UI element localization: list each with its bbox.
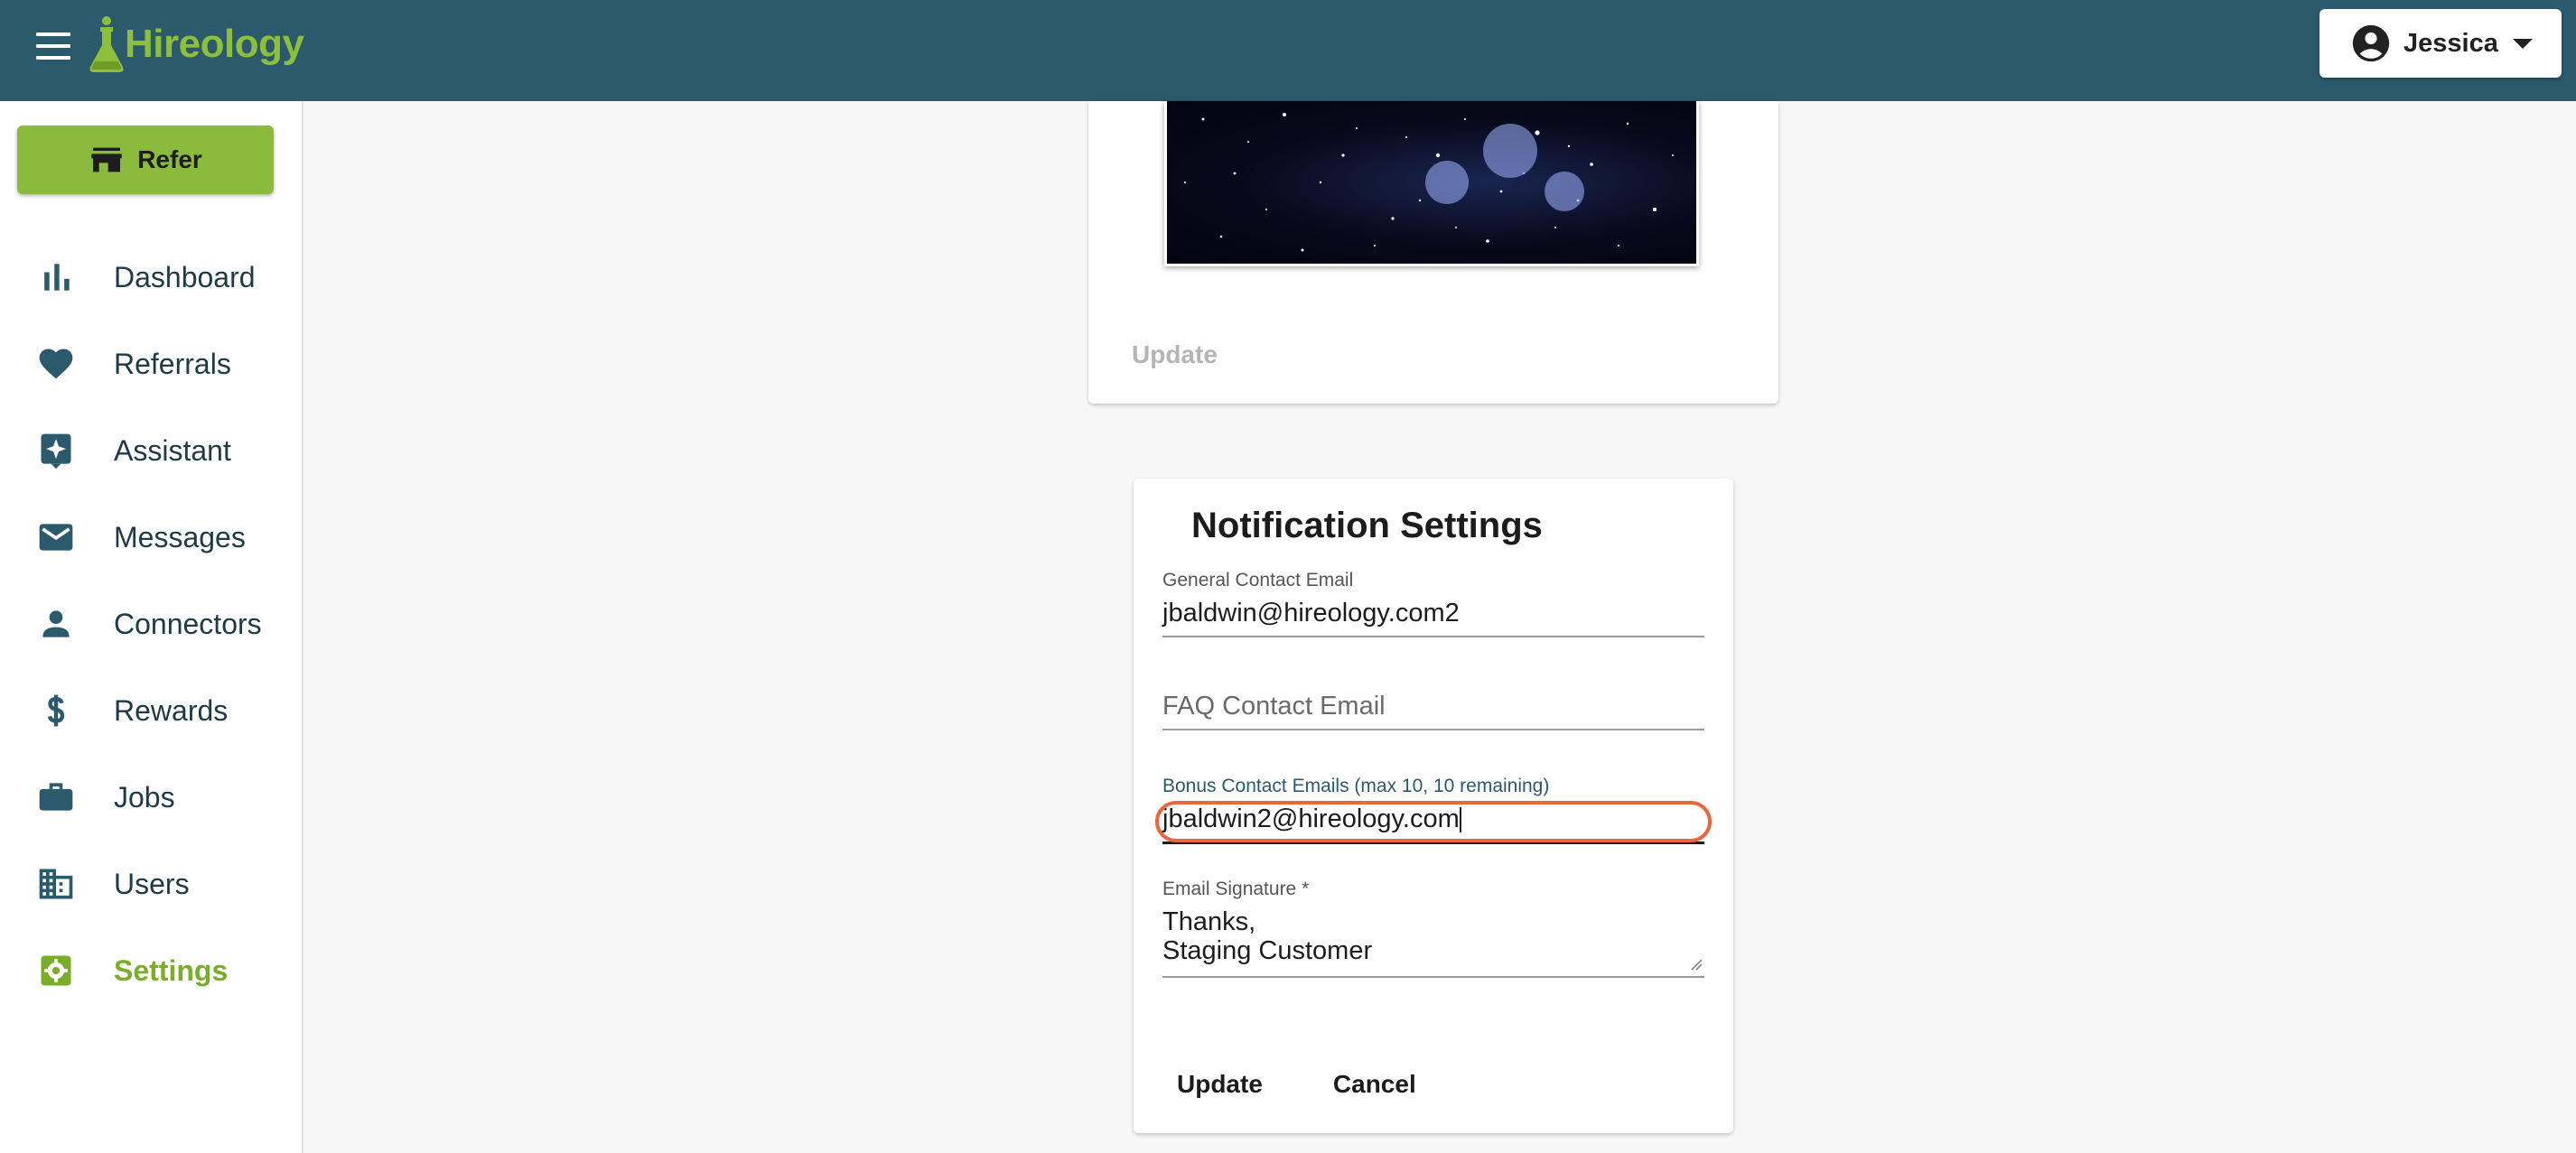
signature-line: Thanks, xyxy=(1162,907,1256,936)
input-value: jbaldwin2@hireology.com xyxy=(1162,804,1460,833)
briefcase-icon xyxy=(36,777,76,817)
menu-icon[interactable] xyxy=(36,33,70,60)
sidebar-item-connectors[interactable]: Connectors xyxy=(0,581,300,667)
branding-image-card: Update xyxy=(1088,101,1778,404)
refer-button[interactable]: Refer xyxy=(17,126,274,194)
sidebar: Refer Dashboard Referrals Assistant Mess… xyxy=(0,101,303,1153)
sidebar-item-users[interactable]: Users xyxy=(0,841,300,927)
bonus-contact-emails-field: Bonus Contact Emails (max 10, 10 remaini… xyxy=(1155,776,1712,844)
field-label: Email Signature * xyxy=(1162,879,1310,899)
faq-contact-email-input[interactable]: FAQ Contact Email xyxy=(1162,684,1704,730)
sidebar-item-referrals[interactable]: Referrals xyxy=(0,321,300,407)
field-label: General Contact Email xyxy=(1162,570,1354,590)
sparkle-icon xyxy=(36,431,76,470)
sidebar-item-label: Referrals xyxy=(114,347,231,380)
text-cursor xyxy=(1459,807,1461,833)
envelope-icon xyxy=(36,517,76,557)
cancel-button[interactable]: Cancel xyxy=(1319,1061,1431,1108)
resize-handle-icon[interactable] xyxy=(1690,958,1703,971)
gear-icon xyxy=(36,951,76,990)
brand-name: Hireology xyxy=(125,22,304,66)
sidebar-item-label: Connectors xyxy=(114,607,262,640)
card-title: Notification Settings xyxy=(1191,506,1543,545)
refer-label: Refer xyxy=(137,145,202,173)
hireology-logo[interactable]: Hireology xyxy=(87,13,304,76)
sidebar-item-label: Rewards xyxy=(114,693,229,727)
sidebar-nav: Dashboard Referrals Assistant Messages C… xyxy=(0,234,300,1014)
sidebar-item-dashboard[interactable]: Dashboard xyxy=(0,234,300,321)
sidebar-item-jobs[interactable]: Jobs xyxy=(0,754,300,841)
signature-line: Staging Customer xyxy=(1162,936,1373,965)
account-circle-icon xyxy=(2352,24,2390,62)
sidebar-item-assistant[interactable]: Assistant xyxy=(0,407,300,494)
user-menu-button[interactable]: Jessica xyxy=(2319,9,2562,78)
top-app-bar: Hireology Jessica xyxy=(0,0,2576,101)
sidebar-item-label: Settings xyxy=(114,953,229,987)
sidebar-item-messages[interactable]: Messages xyxy=(0,494,300,581)
form-actions: Update Cancel xyxy=(1162,1061,1431,1108)
starfield-image xyxy=(1164,101,1699,266)
flask-logo-icon xyxy=(89,16,124,72)
general-contact-email-input[interactable]: jbaldwin@hireology.com2 xyxy=(1162,591,1704,637)
field-label: Bonus Contact Emails (max 10, 10 remaini… xyxy=(1162,776,1550,796)
sidebar-item-label: Jobs xyxy=(114,780,175,814)
email-signature-field: Email Signature * Thanks, Staging Custom… xyxy=(1162,879,1704,978)
sidebar-item-label: Dashboard xyxy=(114,260,256,293)
sidebar-item-label: Messages xyxy=(114,520,246,553)
bonus-contact-emails-input[interactable]: jbaldwin2@hireology.com xyxy=(1162,797,1704,844)
sidebar-item-settings[interactable]: Settings xyxy=(0,927,300,1014)
caret-down-icon xyxy=(2512,38,2533,49)
sidebar-item-label: Users xyxy=(114,867,190,900)
general-contact-email-field: General Contact Email jbaldwin@hireology… xyxy=(1162,570,1704,637)
sidebar-item-label: Assistant xyxy=(114,433,231,467)
person-icon xyxy=(36,604,76,644)
dollar-icon xyxy=(36,691,76,730)
building-icon xyxy=(36,864,76,904)
faq-contact-email-field: FAQ Contact Email xyxy=(1162,684,1704,730)
email-signature-textarea[interactable]: Thanks, Staging Customer xyxy=(1162,900,1704,978)
storefront-icon xyxy=(91,147,122,172)
image-update-button[interactable]: Update xyxy=(1132,340,1218,369)
bar-chart-icon xyxy=(36,257,76,297)
user-name: Jessica xyxy=(2403,28,2498,58)
starfield-graphic xyxy=(1184,113,1674,252)
notification-settings-card: Notification Settings General Contact Em… xyxy=(1134,479,1733,1133)
update-button[interactable]: Update xyxy=(1162,1061,1277,1108)
heart-icon xyxy=(36,344,76,384)
sidebar-item-rewards[interactable]: Rewards xyxy=(0,667,300,754)
